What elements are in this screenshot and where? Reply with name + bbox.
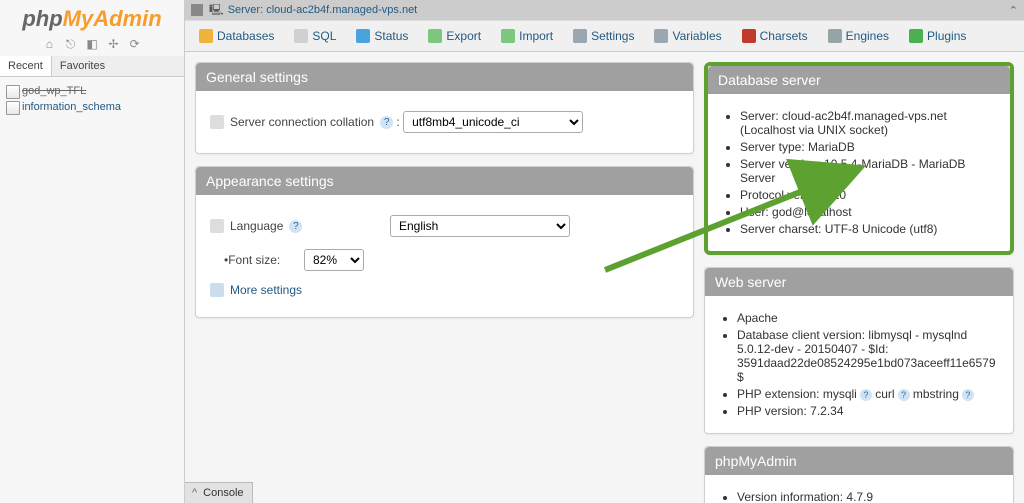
charsets-icon bbox=[742, 29, 756, 43]
ws-php-ext: PHP extension: mysqli? curl? mbstring? bbox=[737, 387, 999, 401]
settings-icon[interactable]: ✢ bbox=[105, 36, 121, 52]
db-tree: New god_wp_TFL information_schema bbox=[0, 77, 184, 121]
logo[interactable]: phpMyAdmin bbox=[0, 0, 184, 34]
panel-appearance-settings: Appearance settings Language ? English bbox=[195, 166, 694, 318]
db-protocol-version: Protocol version: 10 bbox=[740, 188, 996, 202]
logout-icon[interactable]: ⎋ bbox=[63, 36, 79, 52]
db-server-version: Server version: 10.5.4-MariaDB - MariaDB… bbox=[740, 157, 996, 185]
sidebar-quick-icons: ⌂ ⎋ ◧ ✢ ⟳ bbox=[0, 34, 184, 56]
sql-icon bbox=[294, 29, 308, 43]
db-server-type: Server type: MariaDB bbox=[740, 140, 996, 154]
fontsize-select[interactable]: 82% bbox=[304, 249, 364, 271]
more-settings-icon bbox=[210, 283, 224, 297]
panel-web-server: Web server Apache Database client versio… bbox=[704, 267, 1014, 434]
tab-import[interactable]: Import bbox=[491, 21, 563, 51]
sidebar-tabs: Recent Favorites bbox=[0, 56, 184, 77]
tab-settings[interactable]: Settings bbox=[563, 21, 644, 51]
status-icon bbox=[356, 29, 370, 43]
ws-apache: Apache bbox=[737, 311, 999, 325]
ws-client-version: Database client version: libmysql - mysq… bbox=[737, 328, 999, 384]
export-icon bbox=[428, 29, 442, 43]
panel-database-server: Database server Server: cloud-ac2b4f.man… bbox=[704, 62, 1014, 255]
tree-db-1[interactable]: information_schema bbox=[4, 99, 180, 115]
docs-icon[interactable]: ◧ bbox=[84, 36, 100, 52]
server-icon: 🖳 bbox=[209, 1, 224, 20]
tab-plugins[interactable]: Plugins bbox=[899, 21, 976, 51]
side-tab-favorites[interactable]: Favorites bbox=[52, 56, 113, 76]
help-icon[interactable]: ? bbox=[289, 220, 302, 233]
settings-tab-icon bbox=[573, 29, 587, 43]
breadcrumb-server[interactable]: Server: cloud-ac2b4f.managed-vps.net bbox=[228, 4, 418, 16]
db-server-host: Server: cloud-ac2b4f.managed-vps.net (Lo… bbox=[740, 109, 996, 137]
more-settings-link[interactable]: More settings bbox=[210, 283, 302, 297]
help-icon[interactable]: ? bbox=[962, 389, 974, 401]
tab-export[interactable]: Export bbox=[418, 21, 491, 51]
help-icon[interactable]: ? bbox=[380, 116, 393, 129]
console-label: Console bbox=[203, 487, 243, 499]
tab-sql[interactable]: SQL bbox=[284, 21, 346, 51]
language-select[interactable]: English bbox=[390, 215, 570, 237]
collation-select[interactable]: utf8mb4_unicode_ci bbox=[403, 111, 583, 133]
content: General settings Server connection colla… bbox=[185, 52, 1024, 503]
collation-label: Server connection collation ? : bbox=[210, 115, 403, 129]
console-bar[interactable]: ^ Console bbox=[184, 482, 253, 503]
panel-general-settings: General settings Server connection colla… bbox=[195, 62, 694, 154]
import-icon bbox=[501, 29, 515, 43]
ws-php-version: PHP version: 7.2.34 bbox=[737, 404, 999, 418]
collation-icon bbox=[210, 115, 224, 129]
reload-icon[interactable]: ⟳ bbox=[127, 36, 143, 52]
collapse-sidebar-icon[interactable] bbox=[191, 4, 203, 16]
panel-title: General settings bbox=[196, 63, 693, 91]
panel-title: Database server bbox=[708, 66, 1010, 94]
home-icon[interactable]: ⌂ bbox=[41, 36, 57, 52]
help-icon[interactable]: ? bbox=[898, 389, 910, 401]
db-user: User: god@localhost bbox=[740, 205, 996, 219]
engines-icon bbox=[828, 29, 842, 43]
tab-variables[interactable]: Variables bbox=[644, 21, 731, 51]
main: 🖳 Server: cloud-ac2b4f.managed-vps.net ⌃… bbox=[185, 0, 1024, 503]
fontsize-label: • Font size: bbox=[210, 253, 304, 267]
window-collapse-icon[interactable]: ⌃ bbox=[1009, 4, 1018, 17]
tab-databases[interactable]: Databases bbox=[189, 21, 284, 51]
side-tab-recent[interactable]: Recent bbox=[0, 56, 52, 76]
panel-title: phpMyAdmin bbox=[705, 447, 1013, 475]
plugins-icon bbox=[909, 29, 923, 43]
chevron-up-icon: ^ bbox=[192, 487, 197, 499]
help-icon[interactable]: ? bbox=[860, 389, 872, 401]
tab-engines[interactable]: Engines bbox=[818, 21, 899, 51]
nav-tabs: Databases SQL Status Export Import Setti… bbox=[185, 20, 1024, 52]
variables-icon bbox=[654, 29, 668, 43]
tab-status[interactable]: Status bbox=[346, 21, 418, 51]
pma-version: Version information: 4.7.9 bbox=[737, 490, 999, 503]
panel-title: Appearance settings bbox=[196, 167, 693, 195]
tree-db-0[interactable]: god_wp_TFL bbox=[4, 83, 180, 99]
tab-charsets[interactable]: Charsets bbox=[732, 21, 818, 51]
sidebar: phpMyAdmin ⌂ ⎋ ◧ ✢ ⟳ Recent Favorites Ne… bbox=[0, 0, 185, 503]
database-icon bbox=[199, 29, 213, 43]
db-charset: Server charset: UTF-8 Unicode (utf8) bbox=[740, 222, 996, 236]
topbar: 🖳 Server: cloud-ac2b4f.managed-vps.net ⌃ bbox=[185, 0, 1024, 20]
panel-phpmyadmin: phpMyAdmin Version information: 4.7.9 Do… bbox=[704, 446, 1014, 503]
language-icon bbox=[210, 219, 224, 233]
language-label: Language ? bbox=[210, 219, 390, 233]
panel-title: Web server bbox=[705, 268, 1013, 296]
